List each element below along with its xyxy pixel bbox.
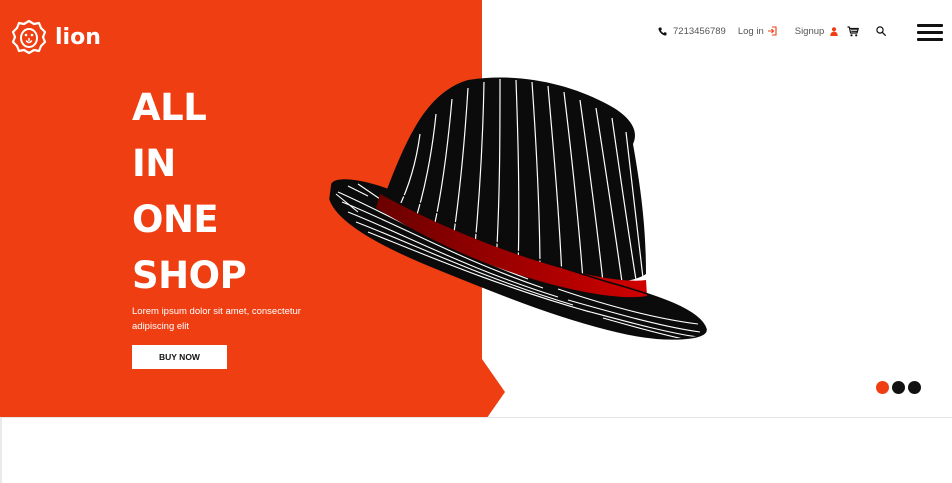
login-link[interactable]: Log in: [738, 26, 777, 37]
below-fold-section: [0, 417, 952, 483]
hero-banner: lion ALL IN ONE SHOP Lorem ipsum dolor s…: [0, 0, 952, 417]
headline-line-4: SHOP: [132, 254, 247, 297]
cart-icon: [847, 25, 860, 36]
menu-bar-bottom: [917, 38, 943, 41]
brand-logo[interactable]: lion: [11, 19, 101, 55]
cart-button[interactable]: [847, 25, 860, 37]
menu-bar-middle: [917, 31, 943, 34]
login-icon: [767, 26, 777, 36]
headline-line-2: IN: [132, 142, 176, 185]
headline-line-1: ALL: [132, 86, 207, 129]
slider-dot-1[interactable]: [876, 381, 889, 394]
brand-name: lion: [55, 24, 101, 50]
search-button[interactable]: [876, 26, 887, 36]
signup-label: Signup: [794, 25, 825, 37]
page-left-edge: [0, 417, 2, 483]
menu-bar-top: [917, 24, 943, 27]
user-icon: [830, 26, 839, 36]
hero-description: Lorem ipsum dolor sit amet, consectetur …: [132, 306, 301, 332]
login-label: Log in: [737, 25, 764, 37]
slider-dots: [876, 381, 921, 394]
signup-link[interactable]: Signup: [795, 26, 839, 37]
phone-number: 7213456789: [673, 25, 726, 37]
phone-contact[interactable]: 7213456789: [658, 26, 726, 37]
top-navigation: 7213456789 Log in Signup: [658, 22, 887, 40]
slider-dot-3[interactable]: [908, 381, 921, 394]
hamburger-menu-icon[interactable]: [917, 24, 943, 41]
hero-arrow-notch: [482, 359, 505, 417]
phone-icon: [658, 26, 667, 35]
hero-headline: ALL IN ONE SHOP: [132, 80, 247, 304]
headline-line-3: ONE: [132, 198, 219, 241]
buy-now-button[interactable]: BUY NOW: [132, 345, 227, 369]
lion-head-icon: [11, 19, 47, 55]
search-icon: [876, 26, 887, 36]
striped-fedora-hat-image: [329, 77, 707, 340]
slider-dot-2[interactable]: [892, 381, 905, 394]
